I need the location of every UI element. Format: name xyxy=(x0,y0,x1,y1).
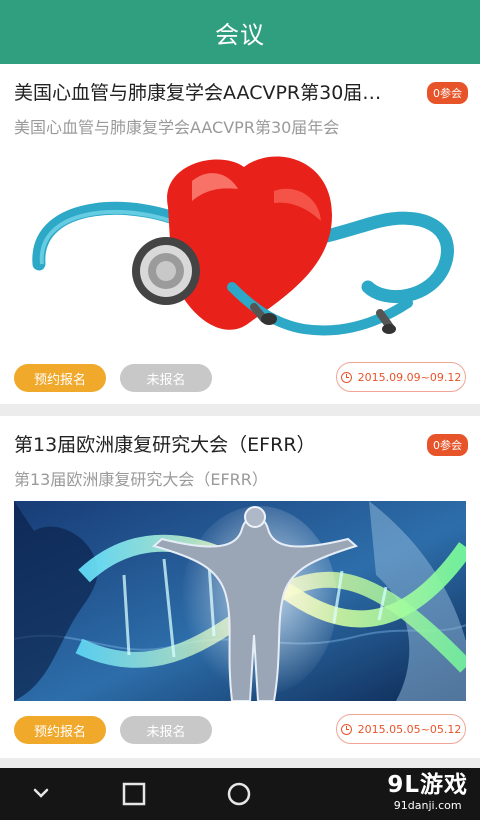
meeting-image-heart-stethoscope xyxy=(14,149,466,349)
meeting-list: 美国心血管与肺康复学会AACVPR第30届… 0参会 美国心血管与肺康复学会AA… xyxy=(0,64,480,770)
date-range-pill: 2015.05.05~05.12 xyxy=(336,714,466,744)
meeting-subtitle: 美国心血管与肺康复学会AACVPR第30届年会 xyxy=(14,118,340,137)
meeting-title: 美国心血管与肺康复学会AACVPR第30届… xyxy=(14,82,382,104)
android-navigation-bar: 9L游戏 91danji.com xyxy=(0,768,480,820)
registration-status: 未报名 xyxy=(120,364,212,392)
meeting-subtitle: 第13届欧洲康复研究大会（EFRR） xyxy=(14,470,268,489)
meeting-card[interactable]: 美国心血管与肺康复学会AACVPR第30届… 0参会 美国心血管与肺康复学会AA… xyxy=(0,64,480,404)
clock-icon xyxy=(340,371,352,383)
attendance-badge: 0参会 xyxy=(427,82,468,104)
watermark-site: 91danji.com xyxy=(393,799,462,812)
date-range-pill: 2015.09.09~09.12 xyxy=(336,362,466,392)
date-range: 2015.05.05~05.12 xyxy=(357,722,462,736)
clock-icon xyxy=(340,723,352,735)
reserve-button[interactable]: 预约报名 xyxy=(14,716,106,744)
meeting-card[interactable]: 第13届欧洲康复研究大会（EFRR） 0参会 第13届欧洲康复研究大会（EFRR… xyxy=(0,416,480,758)
meeting-title: 第13届欧洲康复研究大会（EFRR） xyxy=(14,434,316,456)
page-title: 会议 xyxy=(215,20,265,49)
meeting-image-anatomy-dna xyxy=(14,501,466,701)
watermark: 9L游戏 91danji.com xyxy=(387,765,468,812)
recent-apps-icon[interactable] xyxy=(121,781,147,807)
attendance-badge: 0参会 xyxy=(427,434,468,456)
registration-status: 未报名 xyxy=(120,716,212,744)
reserve-button[interactable]: 预约报名 xyxy=(14,364,106,392)
app-header: 会议 xyxy=(0,0,480,64)
date-range: 2015.09.09~09.12 xyxy=(357,370,462,384)
back-chevron-icon[interactable] xyxy=(28,781,54,807)
home-icon[interactable] xyxy=(226,781,252,807)
watermark-logo: 9L游戏 xyxy=(387,772,468,798)
